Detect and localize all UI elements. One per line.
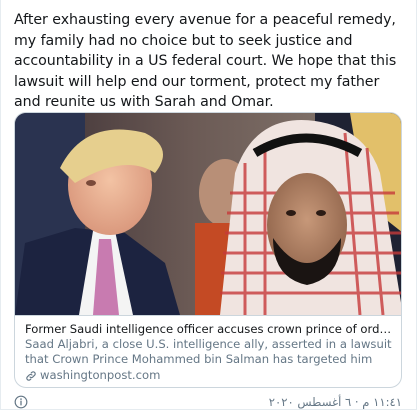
frame-border-left [0, 0, 1, 410]
tweet-timestamp[interactable]: ١١:٤١ م · ٦ أغسطس ٢٠٢٠ [269, 395, 402, 409]
card-body[interactable]: Former Saudi intelligence officer accuse… [15, 315, 401, 387]
card-domain: washingtonpost.com [40, 368, 161, 382]
tweet-text: After exhausting every avenue for a peac… [14, 12, 397, 111]
card-description: Saad Aljabri, a close U.S. intelligence … [25, 337, 392, 366]
card-photo [15, 113, 401, 315]
card-domain-row[interactable]: washingtonpost.com [25, 368, 393, 383]
card-image[interactable] [15, 113, 401, 315]
link-preview-card[interactable]: Former Saudi intelligence officer accuse… [14, 112, 402, 388]
link-icon [25, 370, 37, 382]
tweet-meta-row: ١١:٤١ م · ٦ أغسطس ٢٠٢٠ [14, 394, 402, 410]
info-circle-icon[interactable] [14, 395, 28, 409]
card-title[interactable]: Former Saudi intelligence officer accuse… [25, 322, 393, 337]
